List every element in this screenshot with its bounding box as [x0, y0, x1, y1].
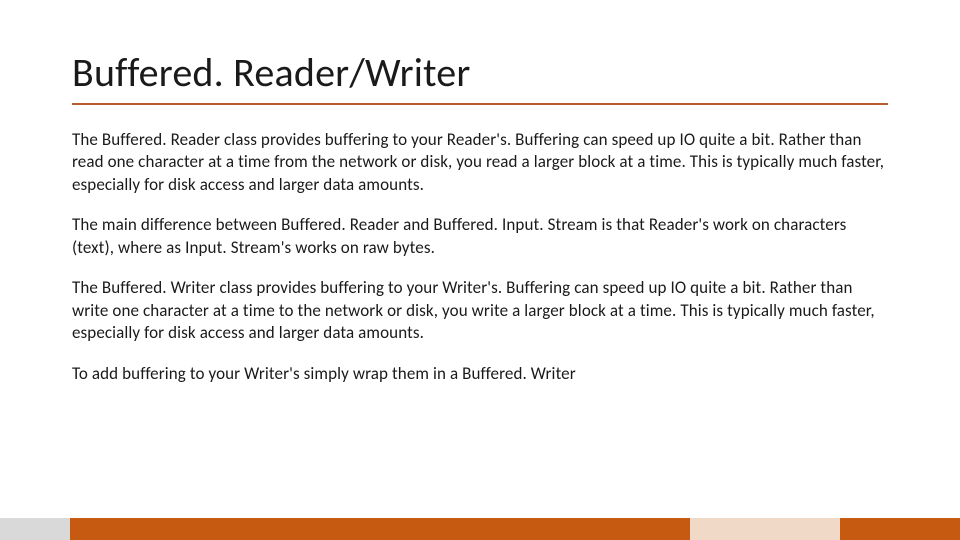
footer-segment [70, 518, 690, 540]
footer-segment [0, 518, 70, 540]
footer-segment [840, 518, 960, 540]
paragraph: To add buffering to your Writer's simply… [72, 363, 888, 385]
footer-accent-bar [0, 518, 960, 540]
slide: Buffered. Reader/Writer The Buffered. Re… [0, 0, 960, 540]
paragraph: The Buffered. Reader class provides buff… [72, 129, 888, 196]
title-underline [72, 103, 888, 105]
footer-segment [690, 518, 840, 540]
paragraph: The main difference between Buffered. Re… [72, 214, 888, 259]
slide-body: The Buffered. Reader class provides buff… [72, 129, 888, 385]
slide-title: Buffered. Reader/Writer [72, 48, 888, 97]
paragraph: The Buffered. Writer class provides buff… [72, 277, 888, 344]
